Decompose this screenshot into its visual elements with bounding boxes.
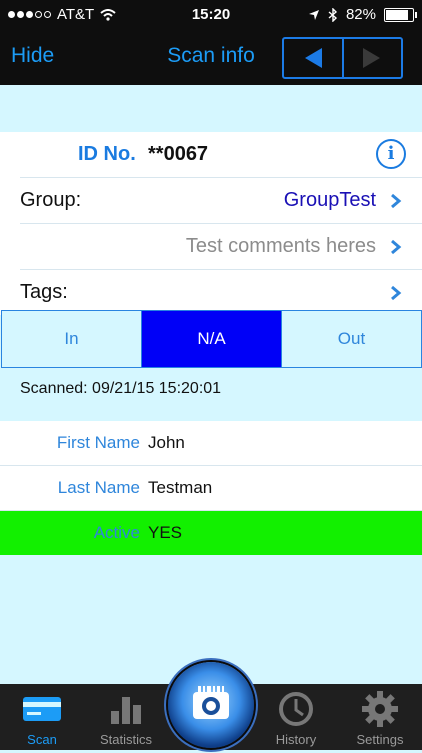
tab-statistics[interactable]: Statistics xyxy=(84,684,168,750)
triangle-left-icon xyxy=(304,48,322,68)
segment-out[interactable]: Out xyxy=(281,311,421,367)
field-label: Last Name xyxy=(57,478,140,497)
previous-button[interactable] xyxy=(284,39,342,77)
card-icon xyxy=(23,697,61,721)
field-row-first-name: First Name John xyxy=(0,421,422,466)
clock-icon xyxy=(279,692,313,726)
bar-chart-icon xyxy=(111,697,141,724)
record-pager xyxy=(282,37,403,79)
navigation-bar: Hide Scan info xyxy=(0,30,422,85)
field-value: Testman xyxy=(148,478,213,497)
tab-settings[interactable]: Settings xyxy=(338,684,422,750)
tab-history[interactable]: History xyxy=(254,684,338,750)
record-details: ID No. **0067 i Group: GroupTest Test co… xyxy=(0,132,422,315)
status-right: 82% xyxy=(308,6,417,23)
tags-label: Tags: xyxy=(20,281,68,303)
field-row-last-name: Last Name Testman xyxy=(0,466,422,511)
bluetooth-icon xyxy=(328,7,337,22)
gear-icon xyxy=(362,691,398,727)
battery-percent: 82% xyxy=(345,6,376,23)
group-value: GroupTest xyxy=(283,189,376,211)
tab-label: Scan xyxy=(27,732,57,747)
group-row[interactable]: Group: GroupTest xyxy=(20,178,422,224)
field-value: John xyxy=(148,433,185,452)
field-list: First Name John Last Name Testman Active… xyxy=(0,421,422,555)
field-label: First Name xyxy=(56,433,140,452)
tags-row[interactable]: Tags: xyxy=(20,270,422,315)
header-spacer xyxy=(0,85,422,132)
id-row: ID No. **0067 i xyxy=(20,132,422,178)
chevron-right-icon xyxy=(391,239,402,255)
segment-na[interactable]: N/A xyxy=(141,311,281,367)
scanned-timestamp: Scanned: 09/21/15 15:20:01 xyxy=(20,380,222,397)
status-segmented-control: In N/A Out xyxy=(1,310,422,368)
comment-row[interactable]: Test comments heres xyxy=(20,224,422,270)
top-bar: AT&T 15:20 82% Hide Scan info xyxy=(0,0,422,85)
chevron-right-icon xyxy=(391,193,402,209)
barcode-camera-icon xyxy=(193,686,229,719)
group-label: Group: xyxy=(20,189,82,211)
tab-label: History xyxy=(275,732,317,747)
scan-camera-button[interactable] xyxy=(168,662,254,748)
status-bar: AT&T 15:20 82% xyxy=(0,0,422,30)
field-row-active: Active YES xyxy=(0,511,422,555)
chevron-right-icon xyxy=(391,285,402,301)
tab-scan[interactable]: Scan xyxy=(0,684,84,750)
battery-icon xyxy=(384,7,417,22)
info-icon[interactable]: i xyxy=(376,139,406,169)
comment-text: Test comments heres xyxy=(185,235,376,257)
id-value: **0067 xyxy=(148,143,209,165)
field-value: YES xyxy=(148,523,183,542)
segment-in[interactable]: In xyxy=(2,311,141,367)
tab-label: Settings xyxy=(356,732,404,747)
triangle-right-icon xyxy=(363,48,381,68)
tab-label: Statistics xyxy=(99,732,152,747)
location-icon xyxy=(308,9,319,20)
field-label: Active xyxy=(93,523,140,542)
next-button[interactable] xyxy=(341,39,402,77)
id-label: ID No. xyxy=(78,143,136,165)
